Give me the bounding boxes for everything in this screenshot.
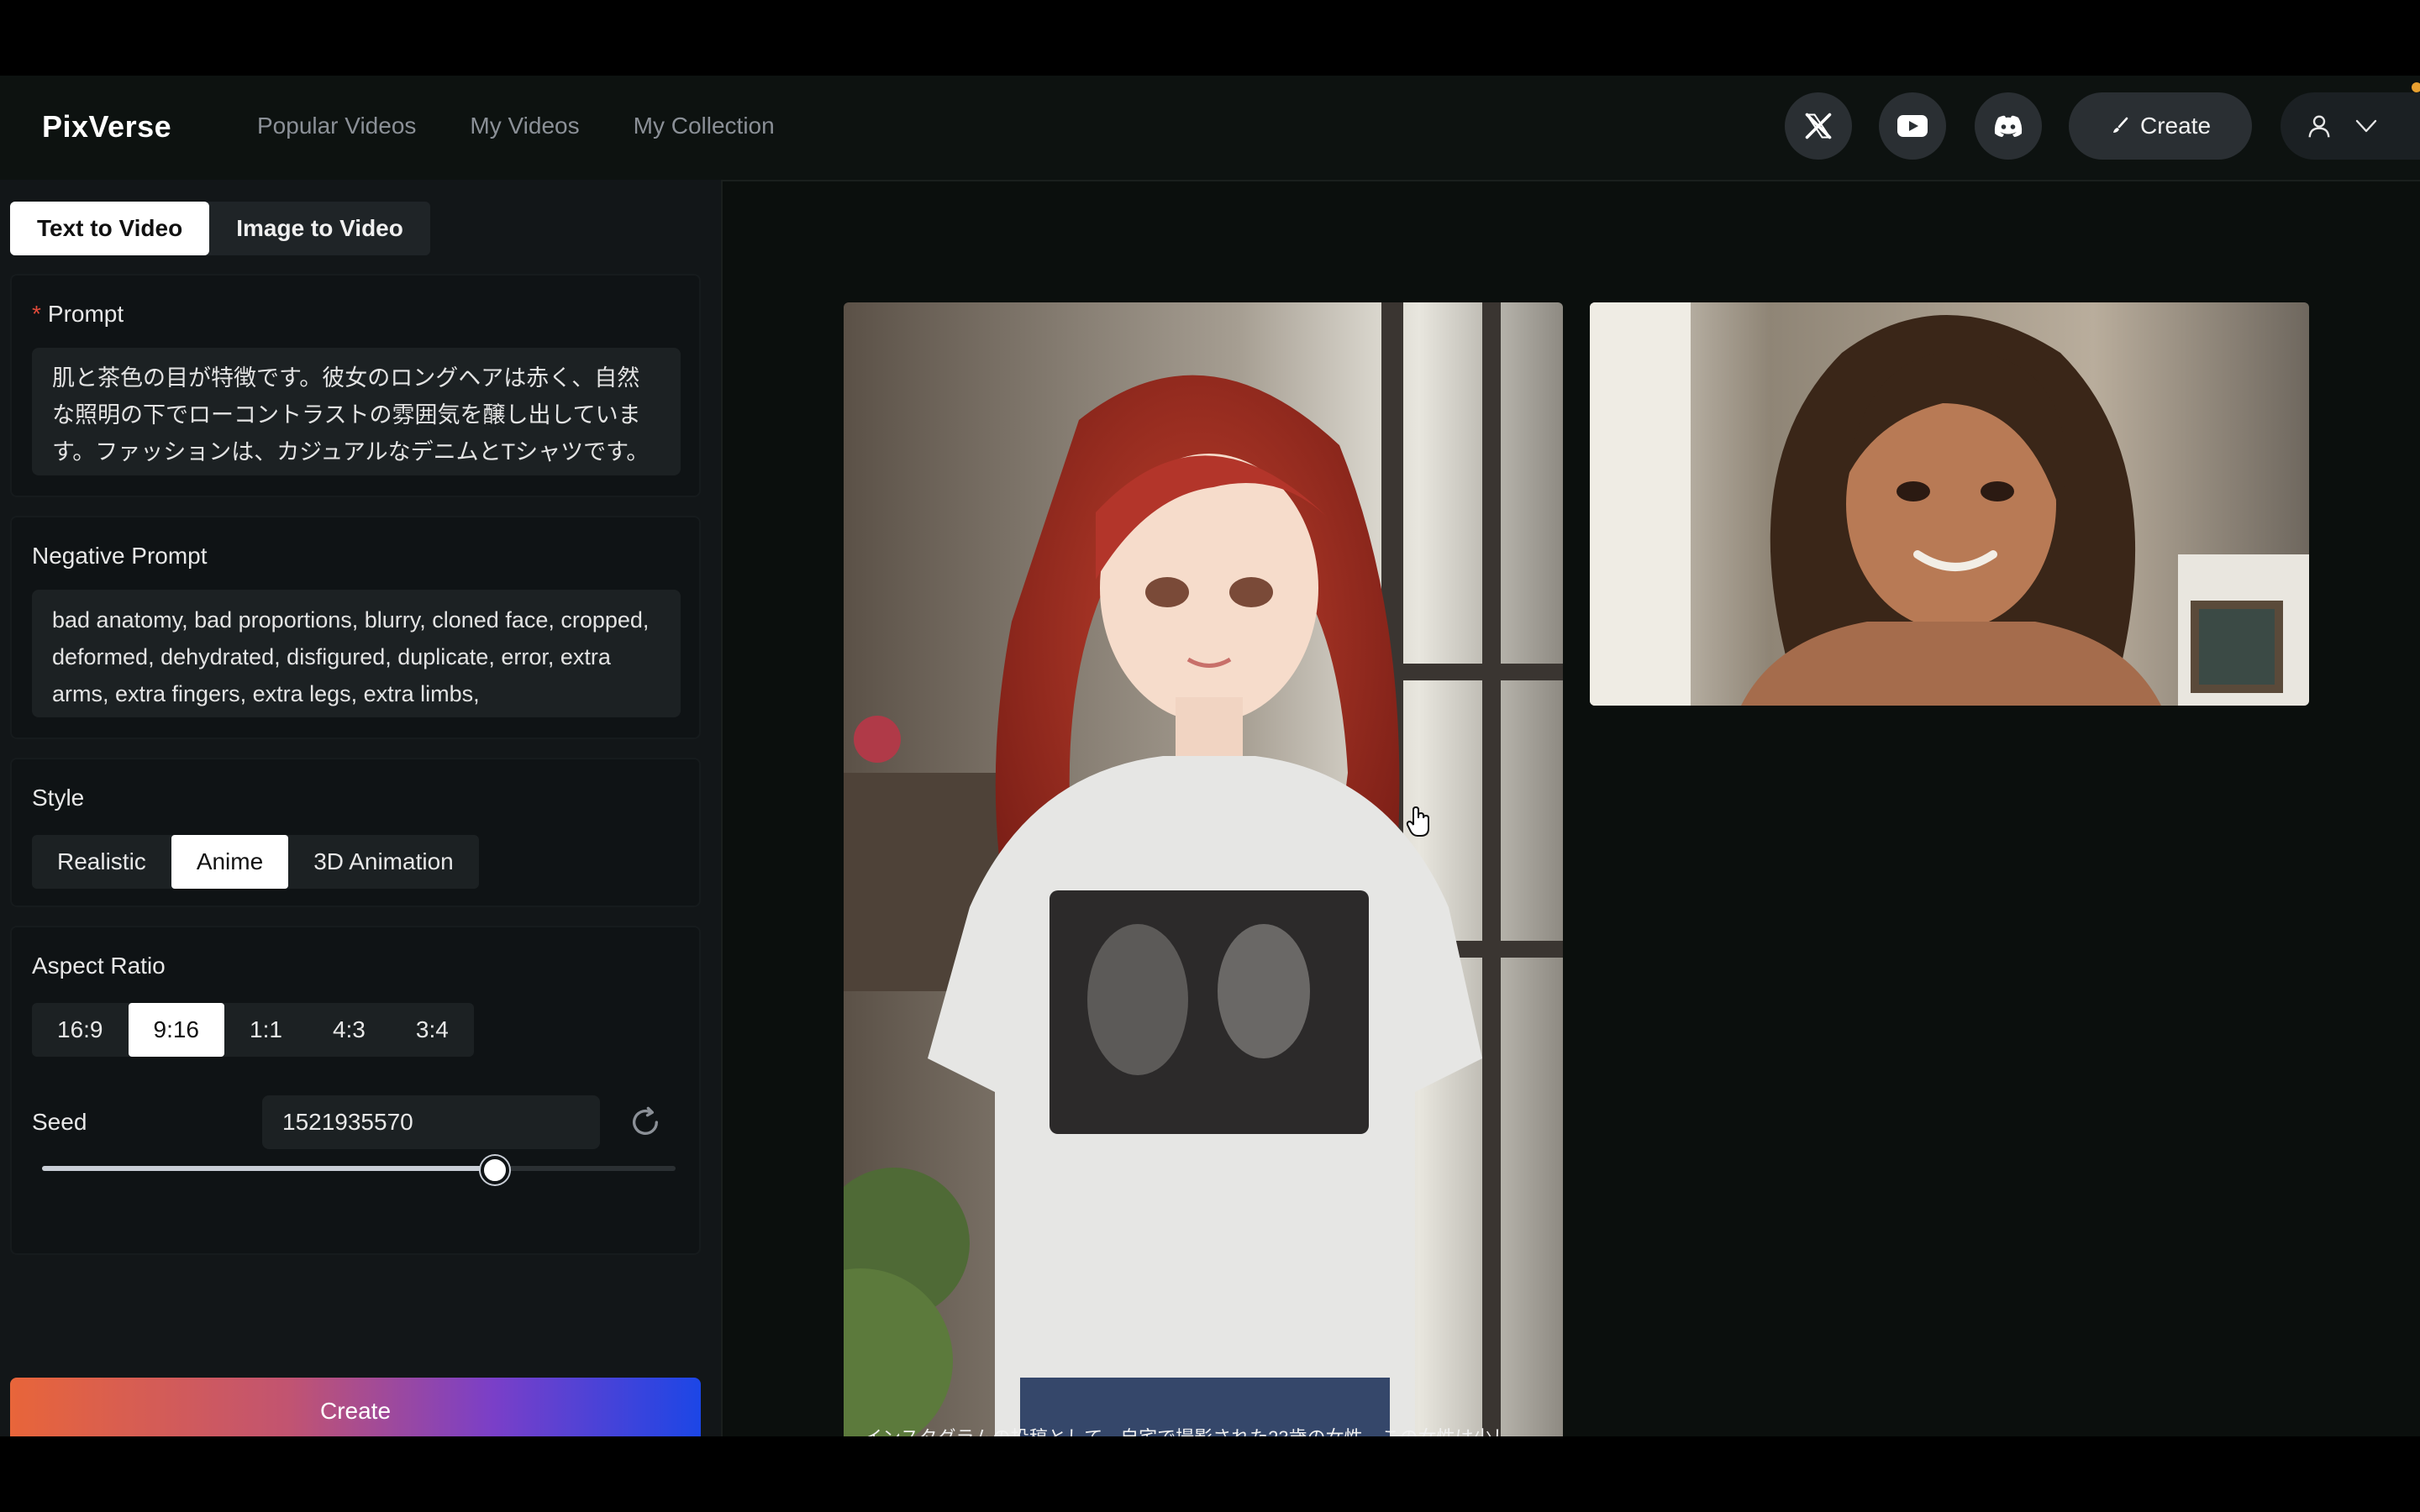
seed-label: Seed	[32, 1109, 87, 1135]
video-caption: インスタグラムの投稿として、自宅で撮影された23歳の女性。この女性は少し	[844, 1423, 1563, 1436]
create-button[interactable]: Create	[10, 1378, 701, 1436]
nav-my-collection[interactable]: My Collection	[634, 113, 775, 139]
style-option-3d-animation[interactable]: 3D Animation	[288, 835, 479, 889]
style-selector: Realistic Anime 3D Animation	[32, 835, 479, 889]
negative-prompt-label: Negative Prompt	[32, 543, 208, 569]
anime-girl-image	[844, 302, 1563, 1436]
aspect-4-3[interactable]: 4:3	[308, 1003, 391, 1057]
aspect-ratio-selector: 16:9 9:16 1:1 4:3 3:4	[32, 1003, 474, 1057]
realistic-girl-image	[1590, 302, 2309, 706]
tab-image-to-video[interactable]: Image to Video	[209, 202, 430, 255]
aspect-16-9[interactable]: 16:9	[32, 1003, 129, 1057]
x-icon	[1805, 113, 1832, 139]
nav-popular-videos[interactable]: Popular Videos	[257, 113, 416, 139]
style-option-realistic[interactable]: Realistic	[32, 835, 171, 889]
seed-slider[interactable]	[42, 1156, 676, 1184]
app-window: PixVerse Popular Videos My Videos My Col…	[0, 76, 2420, 1436]
top-bar: PixVerse Popular Videos My Videos My Col…	[0, 76, 2420, 181]
user-menu[interactable]	[2281, 92, 2420, 160]
discord-icon	[1994, 115, 2023, 137]
youtube-icon	[1897, 115, 1928, 137]
aspect-ratio-label: Aspect Ratio	[32, 953, 166, 979]
nav-my-videos[interactable]: My Videos	[470, 113, 579, 139]
prompt-input[interactable]: 肌と茶色の目が特徴です。彼女のロングヘアは赤く、自然な照明の下でローコントラスト…	[32, 348, 681, 475]
aspect-seed-card: Aspect Ratio 16:9 9:16 1:1 4:3 3:4 Seed …	[10, 926, 701, 1255]
notification-dot	[2412, 82, 2420, 92]
prompt-card: * Prompt 肌と茶色の目が特徴です。彼女のロングヘアは赤く、自然な照明の下で…	[10, 274, 701, 497]
prompt-label: * Prompt	[32, 301, 124, 327]
brush-icon	[2112, 117, 2128, 133]
main-nav: Popular Videos My Videos My Collection	[257, 113, 775, 139]
style-card: Style Realistic Anime 3D Animation	[10, 758, 701, 907]
refresh-icon[interactable]	[629, 1105, 662, 1139]
seed-slider-thumb[interactable]	[481, 1156, 510, 1184]
negative-prompt-card: Negative Prompt bad anatomy, bad proport…	[10, 516, 701, 739]
seed-input[interactable]: 1521935570	[262, 1095, 600, 1149]
header-create-button[interactable]: Create	[2069, 92, 2252, 160]
aspect-9-16[interactable]: 9:16	[128, 1003, 224, 1057]
chevron-down-icon	[2355, 119, 2377, 133]
discord-button[interactable]	[1975, 92, 2042, 160]
required-mark: *	[32, 301, 41, 327]
style-option-anime[interactable]: Anime	[171, 835, 289, 889]
video-card-realistic[interactable]	[1590, 302, 2309, 706]
video-card-anime[interactable]: インスタグラムの投稿として、自宅で撮影された23歳の女性。この女性は少し	[844, 302, 1563, 1436]
tab-text-to-video[interactable]: Text to Video	[10, 202, 210, 255]
generation-panel: Text to Video Image to Video * Prompt 肌と茶…	[0, 180, 723, 1436]
mode-tabs: Text to Video Image to Video	[10, 202, 430, 255]
seed-slider-fill	[42, 1166, 492, 1171]
aspect-1-1[interactable]: 1:1	[224, 1003, 308, 1057]
aspect-3-4[interactable]: 3:4	[391, 1003, 474, 1057]
hand-cursor-icon	[1406, 806, 1429, 837]
style-label: Style	[32, 785, 85, 811]
negative-prompt-input[interactable]: bad anatomy, bad proportions, blurry, cl…	[32, 590, 681, 717]
youtube-button[interactable]	[1879, 92, 1946, 160]
x-button[interactable]	[1785, 92, 1852, 160]
user-icon	[2308, 115, 2330, 138]
logo[interactable]: PixVerse	[42, 109, 171, 144]
header-create-label: Create	[2139, 113, 2212, 139]
